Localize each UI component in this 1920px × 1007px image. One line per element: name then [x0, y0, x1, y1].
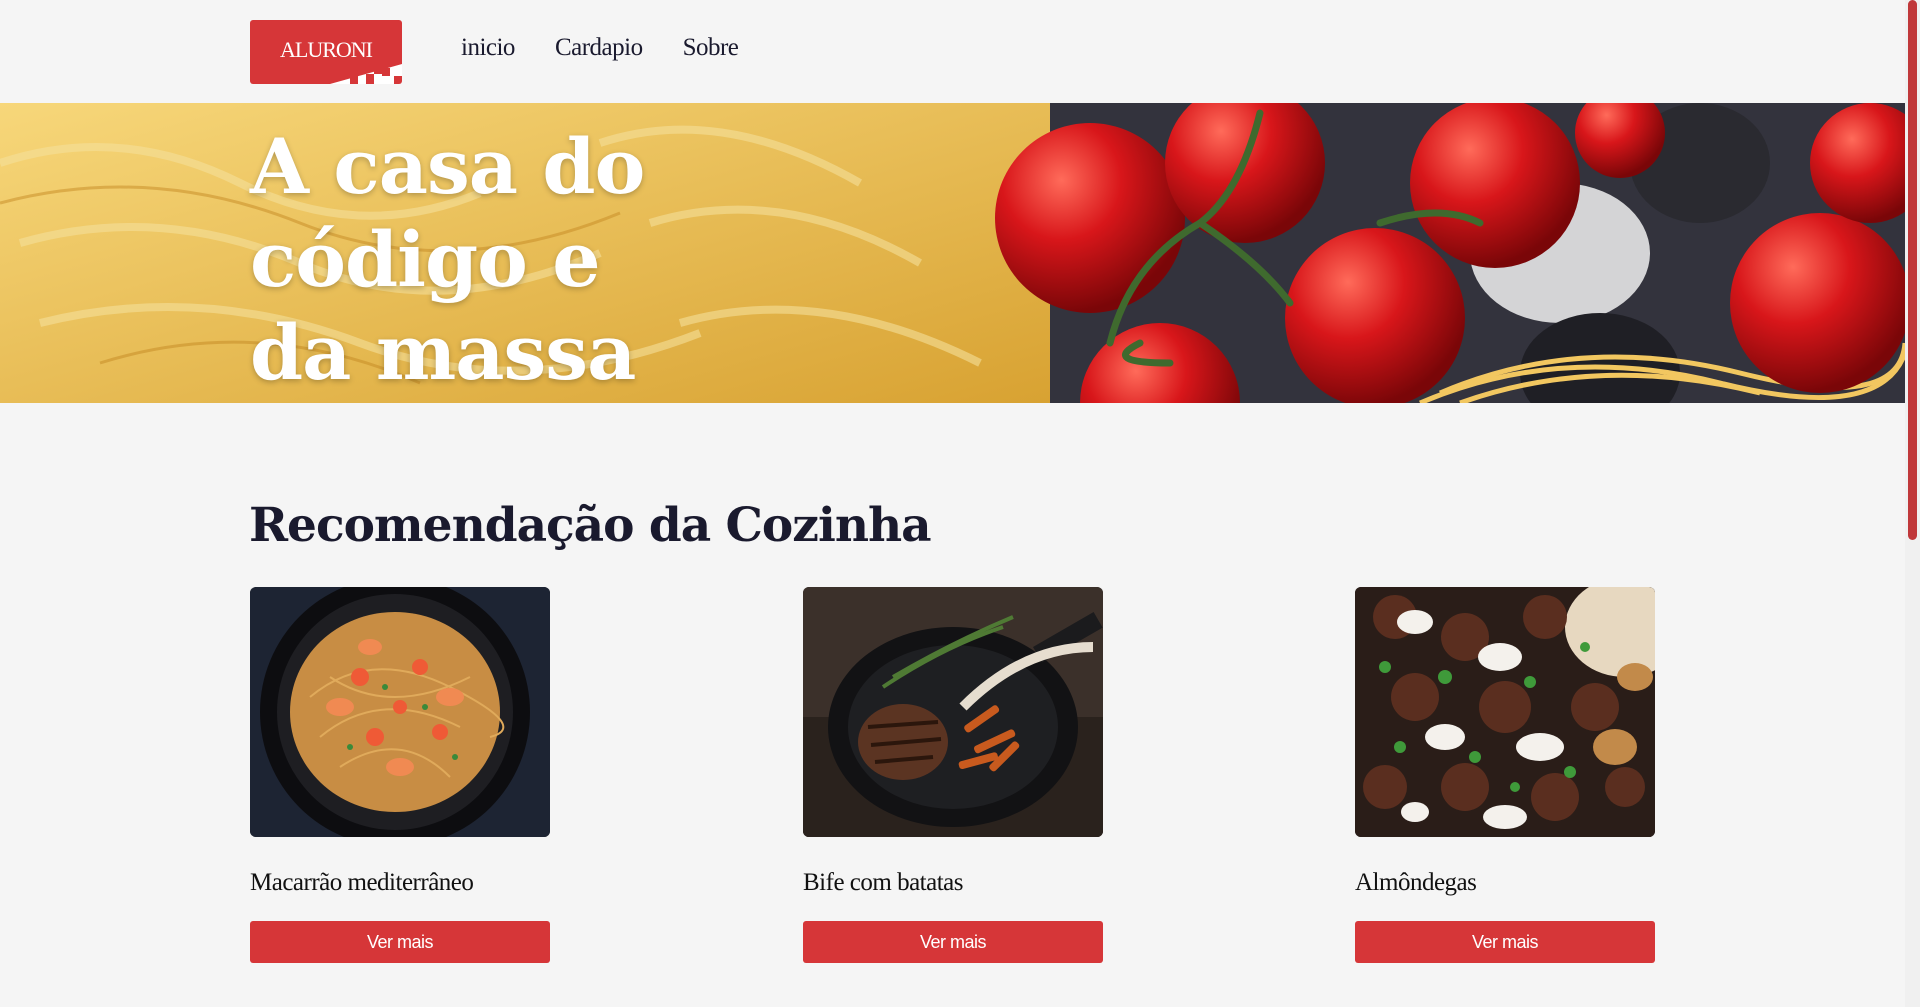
logo[interactable]: ALURONI: [250, 20, 402, 84]
checkered-tablecloth-icon: [330, 64, 402, 84]
nav-inicio[interactable]: inicio: [461, 34, 515, 62]
scrollbar-thumb[interactable]: [1908, 0, 1917, 540]
ver-mais-button[interactable]: Ver mais: [803, 921, 1103, 963]
logo-text: ALURONI: [280, 37, 373, 62]
dish-image-meatballs: [1355, 587, 1655, 837]
dish-image-steak-with-fries: [803, 587, 1103, 837]
ver-mais-button[interactable]: Ver mais: [1355, 921, 1655, 963]
ver-mais-button[interactable]: Ver mais: [250, 921, 550, 963]
page: ALURONI inicio Cardapio Sobre A casa do …: [0, 0, 1920, 1007]
dish-name: Bife com batatas: [803, 869, 964, 896]
section-title: Recomendação da Cozinha: [249, 498, 932, 553]
nav-sobre[interactable]: Sobre: [683, 34, 739, 62]
dish-card: Bife com batatas Ver mais: [803, 587, 1103, 963]
dish-name: Almôndegas: [1355, 869, 1477, 896]
dish-card: Almôndegas Ver mais: [1355, 587, 1655, 963]
dish-card: Macarrão mediterrâneo Ver mais: [250, 587, 550, 963]
nav-cardapio[interactable]: Cardapio: [555, 34, 643, 62]
site-header: ALURONI inicio Cardapio Sobre: [0, 0, 1905, 103]
hero-banner: A casa do código e da massa: [0, 103, 1905, 403]
main-nav: inicio Cardapio Sobre: [461, 34, 739, 62]
dish-name: Macarrão mediterrâneo: [250, 869, 474, 896]
dish-image-mediterranean-pasta: [250, 587, 550, 837]
page-scrollbar[interactable]: [1905, 0, 1920, 1007]
hero-title: A casa do código e da massa: [250, 122, 645, 397]
